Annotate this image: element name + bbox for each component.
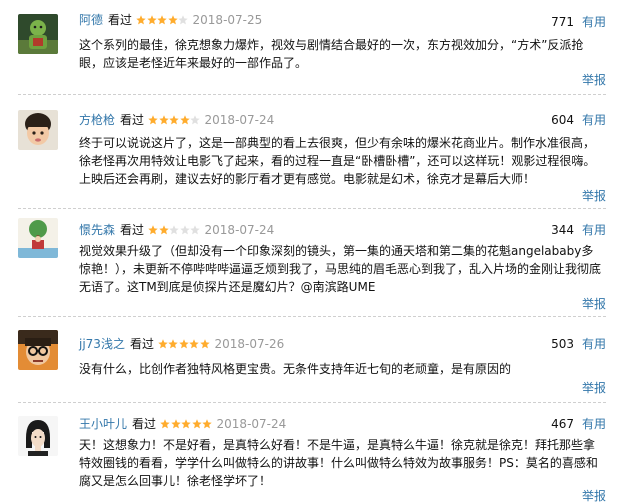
review-username[interactable]: 阿德 <box>79 12 103 28</box>
avatar-bob-hair-icon <box>18 416 58 456</box>
star-filled-icon <box>160 419 170 429</box>
review-date: 2018-07-24 <box>216 417 287 431</box>
star-filled-icon <box>168 339 179 349</box>
star-filled-icon <box>170 419 181 429</box>
vote-area: 503 有用 <box>551 336 606 352</box>
avatar-child-icon <box>18 110 58 150</box>
review-date: 2018-07-25 <box>192 13 263 27</box>
avatar-tree-figure-icon <box>18 218 58 258</box>
star-filled-icon <box>167 15 178 25</box>
divider <box>18 94 606 95</box>
review-meta: 憬先森 看过 2018-07-24 <box>79 222 274 238</box>
divider <box>18 208 606 209</box>
vote-area: 604 有用 <box>551 112 606 128</box>
useful-button[interactable]: 有用 <box>582 337 606 351</box>
watched-label: 看过 <box>108 13 133 27</box>
review-date: 2018-07-24 <box>204 223 275 237</box>
star-filled-icon <box>148 115 158 125</box>
star-filled-icon <box>158 115 169 125</box>
vote-count: 771 <box>551 15 574 29</box>
star-filled-icon <box>136 15 146 25</box>
star-filled-icon <box>148 225 158 235</box>
review-meta: 王小叶儿 看过 2018-07-24 <box>79 416 286 432</box>
avatar-glasses-face-icon <box>18 330 58 370</box>
avatar[interactable] <box>18 416 58 456</box>
review-meta: jj73浅之 看过 2018-07-26 <box>79 336 284 352</box>
avatar[interactable] <box>18 14 58 54</box>
rating-stars <box>136 15 189 25</box>
avatar[interactable] <box>18 330 58 370</box>
vote-area: 771 有用 <box>551 14 606 30</box>
watched-label: 看过 <box>132 417 157 431</box>
vote-count: 604 <box>551 113 574 127</box>
review-username[interactable]: jj73浅之 <box>79 336 125 352</box>
star-filled-icon <box>158 339 168 349</box>
rating-stars <box>158 339 211 349</box>
report-link[interactable]: 举报 <box>582 488 606 504</box>
review-meta: 方枪枪 看过 2018-07-24 <box>79 112 274 128</box>
review-content: 这个系列的最佳，徐克想象力爆炸，视效与剧情结合最好的一次，东方视效加分，“方术”… <box>79 38 584 70</box>
report-link[interactable]: 举报 <box>582 380 606 396</box>
watched-label: 看过 <box>129 337 154 351</box>
vote-area: 467 有用 <box>551 416 606 432</box>
useful-button[interactable]: 有用 <box>582 113 606 127</box>
star-empty-icon <box>178 15 188 25</box>
review-date: 2018-07-24 <box>204 113 275 127</box>
review-date: 2018-07-26 <box>214 337 285 351</box>
useful-button[interactable]: 有用 <box>582 223 606 237</box>
review-content: 终于可以说说这片了，这是一部典型的看上去很爽，但少有余味的爆米花商业片。制作水准… <box>79 136 596 186</box>
vote-count: 503 <box>551 337 574 351</box>
review-content: 视觉效果升级了（但却没有一个印象深刻的镜头，第一集的通天塔和第二集的花魁ange… <box>79 244 602 294</box>
star-filled-icon <box>179 339 189 349</box>
star-filled-icon <box>191 419 202 429</box>
watched-label: 看过 <box>120 223 145 237</box>
star-filled-icon <box>181 419 191 429</box>
star-empty-icon <box>169 225 179 235</box>
divider <box>18 402 606 403</box>
avatar[interactable] <box>18 218 58 258</box>
review-content: 没有什么，比创作者独特风格更宝贵。无条件支持年近七旬的老顽童，是有原因的 <box>79 362 512 376</box>
star-empty-icon <box>190 225 200 235</box>
star-empty-icon <box>190 115 200 125</box>
avatar[interactable] <box>18 110 58 150</box>
star-filled-icon <box>146 15 157 25</box>
star-filled-icon <box>158 225 169 235</box>
star-empty-icon <box>179 225 190 235</box>
star-filled-icon <box>179 115 190 125</box>
star-filled-icon <box>157 15 167 25</box>
star-filled-icon <box>189 339 200 349</box>
watched-label: 看过 <box>120 113 145 127</box>
vote-count: 467 <box>551 417 574 431</box>
review-meta: 阿德 看过 2018-07-25 <box>79 12 262 28</box>
divider <box>18 316 606 317</box>
avatar-green-figure-icon <box>18 14 58 54</box>
review-username[interactable]: 王小叶儿 <box>79 416 127 432</box>
report-link[interactable]: 举报 <box>582 296 606 312</box>
vote-count: 344 <box>551 223 574 237</box>
review-username[interactable]: 方枪枪 <box>79 112 115 128</box>
vote-area: 344 有用 <box>551 222 606 238</box>
review-username[interactable]: 憬先森 <box>79 222 115 238</box>
rating-stars <box>160 419 213 429</box>
report-link[interactable]: 举报 <box>582 188 606 204</box>
report-link[interactable]: 举报 <box>582 72 606 88</box>
star-filled-icon <box>202 419 212 429</box>
star-filled-icon <box>200 339 210 349</box>
useful-button[interactable]: 有用 <box>582 15 606 29</box>
star-filled-icon <box>169 115 179 125</box>
useful-button[interactable]: 有用 <box>582 417 606 431</box>
rating-stars <box>148 115 201 125</box>
review-content: 天！这想象力！不是好看，是真特么好看！不是牛逼，是真特么牛逼！徐克就是徐克！拜托… <box>79 438 598 488</box>
rating-stars <box>148 225 201 235</box>
